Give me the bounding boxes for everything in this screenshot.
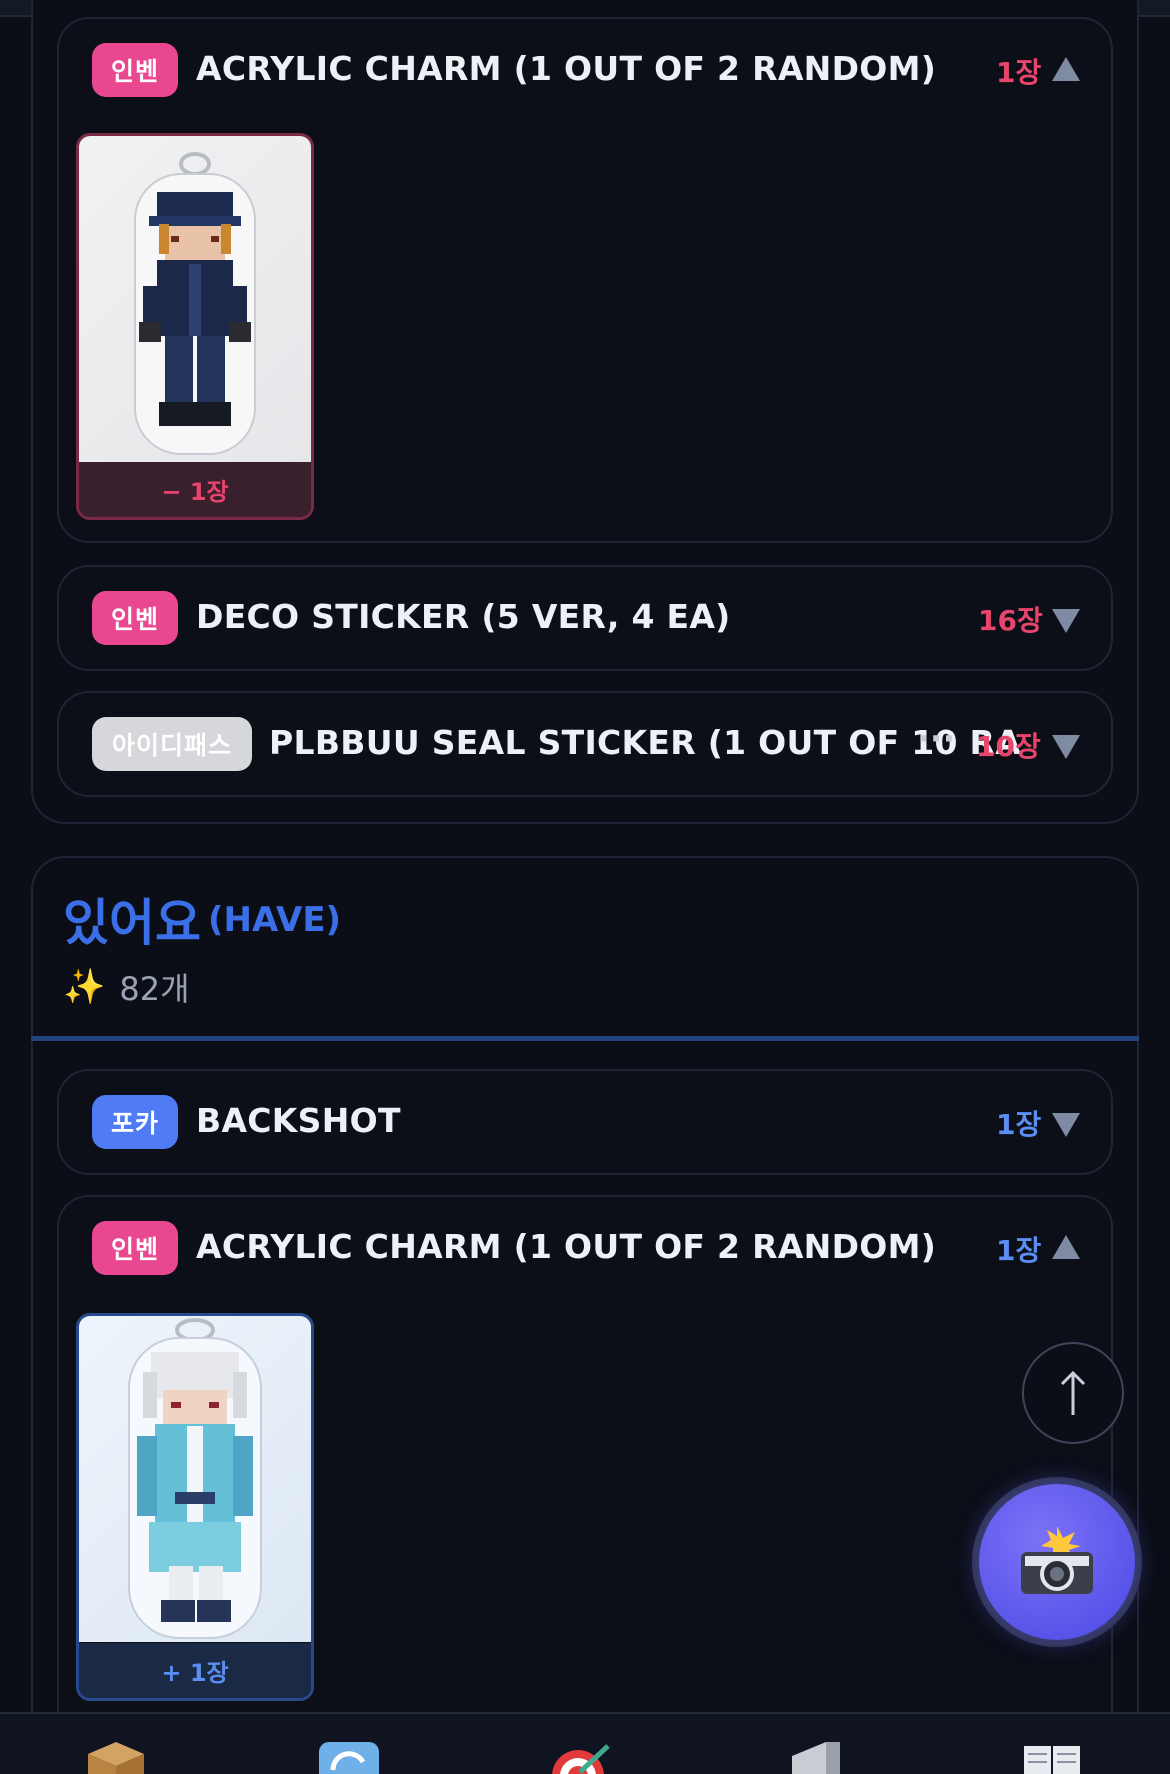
arrow-up-icon (1060, 1370, 1086, 1415)
chevron-down-icon[interactable] (1052, 609, 1080, 633)
thumb-quantity-label: + 1장 (79, 1643, 311, 1698)
bottom-nav (0, 1712, 1170, 1774)
source-badge: 인벤 (92, 591, 178, 645)
item-header[interactable]: 아이디패스 PLBBUU SEAL STICKER (1 OUT OF 10 R… (59, 693, 1111, 797)
item-header[interactable]: 포카 BACKSHOT 1장 (59, 1071, 1111, 1175)
item-title: DECO STICKER (5 VER, 4 EA) (196, 597, 731, 636)
section-divider (31, 1036, 1139, 1041)
camera-button[interactable] (972, 1477, 1142, 1647)
item-count: 1장 (996, 1108, 1042, 1141)
megaphone-icon[interactable] (786, 1740, 850, 1774)
chevron-up-icon[interactable] (1052, 1235, 1080, 1259)
camera-flash-icon (1021, 1526, 1093, 1594)
source-badge: 포카 (92, 1095, 178, 1149)
source-badge: 인벤 (92, 1221, 178, 1275)
source-badge: 인벤 (92, 43, 178, 97)
item-title: PLBBUU SEAL STICKER (1 OUT OF 10 RA (269, 723, 1022, 762)
item-title: ACRYLIC CHARM (1 OUT OF 2 RANDOM) (196, 1227, 937, 1266)
scroll-top-button[interactable] (1022, 1342, 1124, 1444)
list-item-deco-sticker[interactable]: 인벤 DECO STICKER (5 VER, 4 EA) 16장 (57, 565, 1113, 671)
item-title: BACKSHOT (196, 1101, 401, 1140)
refresh-icon[interactable] (317, 1740, 381, 1774)
acrylic-charm-photo (79, 136, 311, 462)
have-count: 82개 (119, 970, 190, 1008)
list-item-seal-sticker[interactable]: 아이디패스 PLBBUU SEAL STICKER (1 OUT OF 10 R… (57, 691, 1113, 797)
have-count-row: ✨ 82개 (63, 965, 190, 1009)
sparkle-icon: ✨ (63, 967, 106, 1007)
camera-button-inner (979, 1484, 1135, 1640)
chevron-down-icon[interactable] (1052, 735, 1080, 759)
book-icon[interactable] (1020, 1740, 1084, 1774)
section-title: 있어요 (63, 894, 201, 952)
item-header[interactable]: 인벤 ACRYLIC CHARM (1 OUT OF 2 RANDOM) 1장 (59, 19, 1111, 123)
chevron-up-icon[interactable] (1052, 57, 1080, 81)
chevron-down-icon[interactable] (1052, 1113, 1080, 1137)
item-count: 1장 (996, 56, 1042, 89)
section-subtitle: (HAVE) (208, 900, 342, 940)
item-title: ACRYLIC CHARM (1 OUT OF 2 RANDOM) (196, 49, 937, 88)
item-count: 16장 (978, 604, 1043, 637)
acrylic-charm-photo (79, 1316, 311, 1642)
package-icon[interactable] (84, 1740, 148, 1774)
more-ellipsis: ··· (917, 719, 956, 758)
item-count: 10장 (976, 730, 1041, 763)
item-header[interactable]: 인벤 ACRYLIC CHARM (1 OUT OF 2 RANDOM) 1장 (59, 1197, 1111, 1301)
item-count: 1장 (996, 1234, 1042, 1267)
app-screen: 인벤 ACRYLIC CHARM (1 OUT OF 2 RANDOM) 1장 (0, 0, 1170, 1774)
target-icon[interactable] (550, 1740, 614, 1774)
list-item-backshot[interactable]: 포카 BACKSHOT 1장 (57, 1069, 1113, 1175)
item-thumbnail[interactable]: + 1장 (76, 1313, 314, 1701)
source-badge: 아이디패스 (92, 717, 252, 771)
item-header[interactable]: 인벤 DECO STICKER (5 VER, 4 EA) 16장 (59, 567, 1111, 671)
thumb-quantity-label: − 1장 (79, 462, 311, 517)
item-thumbnail[interactable]: − 1장 (76, 133, 314, 520)
